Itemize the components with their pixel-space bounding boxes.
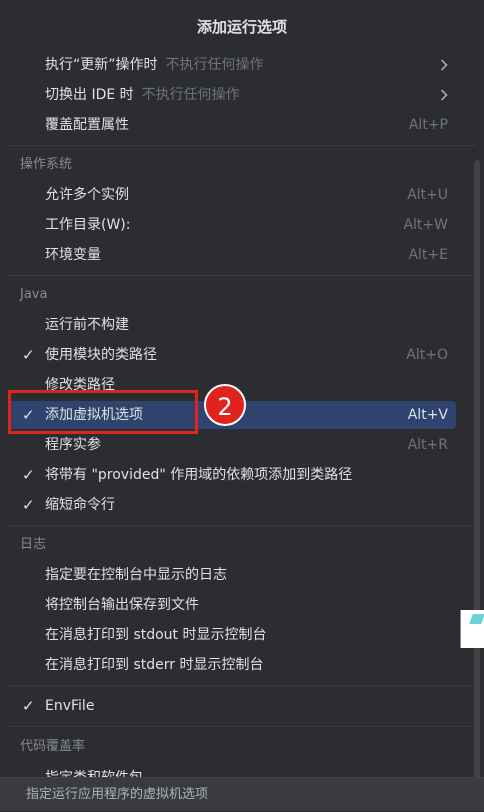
option-specify-classes-packages[interactable]: 指定类和软件包 [45,764,143,778]
option-label: 在消息打印到 stderr 时显示控制台 [45,657,264,673]
group-header-coverage: 代码覆盖率 [20,739,86,754]
option-label: EnvFile [45,698,95,714]
shortcut-label: Alt+E [408,247,448,263]
chevron-right-icon [440,81,448,109]
option-hint: 不执行任何操作 [141,87,240,103]
option-label: 允许多个实例 [45,187,129,203]
option-label: 缩短命令行 [45,497,115,513]
shortcut-label: Alt+P [408,117,448,133]
group-header-java: Java [20,287,48,302]
checkmark-icon: ✓ [22,496,35,514]
option-specify-logs[interactable]: 指定要在控制台中显示的日志 [8,561,456,589]
option-program-arguments[interactable]: 程序实参 Alt+R [8,431,456,459]
shortcut-label: Alt+R [407,437,448,453]
popup-title: 添加运行选项 [196,18,287,36]
option-label: 工作目录(W): [45,217,131,233]
option-label: 指定要在控制台中显示的日志 [45,567,227,583]
checkmark-icon: ✓ [22,466,35,484]
option-use-module-classpath[interactable]: ✓ 使用模块的类路径 Alt+O [8,341,456,369]
option-label: 使用模块的类路径 [45,347,157,363]
option-on-update[interactable]: 执行“更新”操作时 不执行任何操作 [8,51,456,79]
option-label: 切换出 IDE 时 [45,87,134,103]
shortcut-label: Alt+U [407,187,448,203]
option-label: 覆盖配置属性 [45,117,129,133]
option-show-console-stdout[interactable]: 在消息打印到 stdout 时显示控制台 [8,621,456,649]
scrollbar[interactable] [474,160,480,800]
status-hint-bar: 指定运行应用程序的虚拟机选项 [0,777,484,811]
option-on-frame-deactivation[interactable]: 切换出 IDE 时不执行任何操作 [8,81,456,109]
checkmark-icon: ✓ [22,697,35,715]
shortcut-label: Alt+V [407,407,448,423]
option-label: 在消息打印到 stdout 时显示控制台 [45,627,267,643]
option-add-provided-scope[interactable]: ✓ 将带有 "provided" 作用域的依赖项添加到类路径 [8,461,456,489]
shortcut-label: Alt+O [406,347,448,363]
separator [8,726,476,727]
option-override-config-properties[interactable]: 覆盖配置属性 Alt+P [8,111,456,139]
group-header-os: 操作系统 [20,157,73,172]
group-header-logs: 日志 [20,537,47,552]
option-label: 环境变量 [45,247,101,263]
option-envfile[interactable]: ✓ EnvFile [8,692,456,720]
option-save-console-output[interactable]: 将控制台输出保存到文件 [8,591,456,619]
option-environment-variables[interactable]: 环境变量 Alt+E [8,241,456,269]
option-label: 将控制台输出保存到文件 [45,597,199,613]
annotation-step-badge: 2 [204,384,246,426]
annotation-highlight-box [8,390,198,434]
option-shorten-command-line[interactable]: ✓ 缩短命令行 [8,491,456,519]
option-hint: 不执行任何操作 [165,57,264,73]
separator [8,275,476,276]
checkmark-icon: ✓ [22,346,35,364]
option-label: 运行前不构建 [45,317,129,333]
option-allow-multiple-instances[interactable]: 允许多个实例 Alt+U [8,181,456,209]
separator [8,685,476,686]
background-window-fragment [460,610,484,648]
option-label: 执行“更新”操作时 [45,57,158,73]
separator [8,525,476,526]
separator [8,145,476,146]
option-do-not-build-before-run[interactable]: 运行前不构建 [8,311,456,339]
option-show-console-stderr[interactable]: 在消息打印到 stderr 时显示控制台 [8,651,456,679]
option-label: 程序实参 [45,437,101,453]
option-label: 将带有 "provided" 作用域的依赖项添加到类路径 [45,467,353,483]
shortcut-label: Alt+W [403,217,448,233]
chevron-right-icon [440,51,448,79]
option-working-directory[interactable]: 工作目录(W): Alt+W [8,211,456,239]
